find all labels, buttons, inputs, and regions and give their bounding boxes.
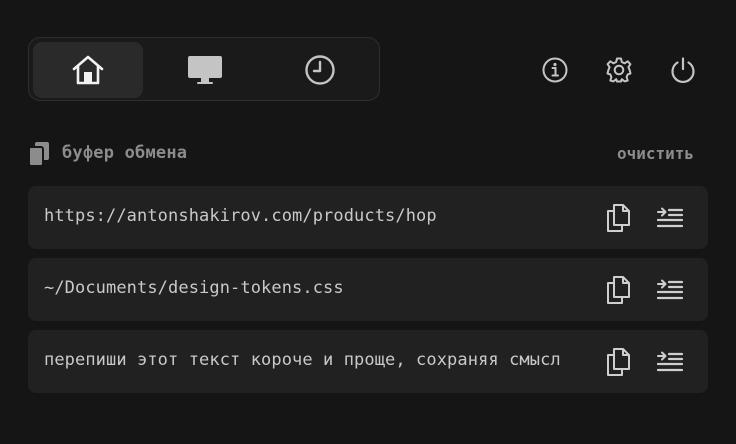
monitor-icon <box>188 56 222 84</box>
home-icon <box>72 55 104 85</box>
section-title: буфер обмена <box>62 143 188 163</box>
clear-button[interactable]: очистить <box>617 144 694 163</box>
info-button[interactable] <box>540 55 570 85</box>
power-icon <box>671 57 695 83</box>
tab-history[interactable] <box>265 42 375 98</box>
clipboard-item[interactable]: https://antonshakirov.com/products/hop <box>28 186 708 249</box>
clock-icon <box>305 55 335 85</box>
tab-home[interactable] <box>33 42 143 98</box>
copy-icon[interactable] <box>604 275 632 305</box>
clipboard-item[interactable]: ~/Documents/design-tokens.css <box>28 258 708 321</box>
copy-icon[interactable] <box>604 347 632 377</box>
tab-display[interactable] <box>150 42 260 98</box>
copy-icon[interactable] <box>604 203 632 233</box>
insert-text-icon[interactable] <box>656 350 684 374</box>
app-window: буфер обмена очистить https://antonshaki… <box>0 0 736 444</box>
clipboard-item-text: https://antonshakirov.com/products/hop <box>44 206 437 226</box>
clipboard-header: буфер обмена очистить <box>28 140 708 168</box>
gear-icon <box>606 57 632 83</box>
power-button[interactable] <box>668 55 698 85</box>
info-icon <box>542 57 568 83</box>
clipboard-item[interactable]: перепиши этот текст короче и проще, сохр… <box>28 330 708 393</box>
insert-text-icon[interactable] <box>656 278 684 302</box>
clipboard-item-text: ~/Documents/design-tokens.css <box>44 278 344 298</box>
insert-text-icon[interactable] <box>656 206 684 230</box>
clipboard-icon <box>28 142 49 167</box>
settings-button[interactable] <box>604 55 634 85</box>
clipboard-item-text: перепиши этот текст короче и проще, сохр… <box>44 350 561 370</box>
tab-bar <box>28 37 380 101</box>
